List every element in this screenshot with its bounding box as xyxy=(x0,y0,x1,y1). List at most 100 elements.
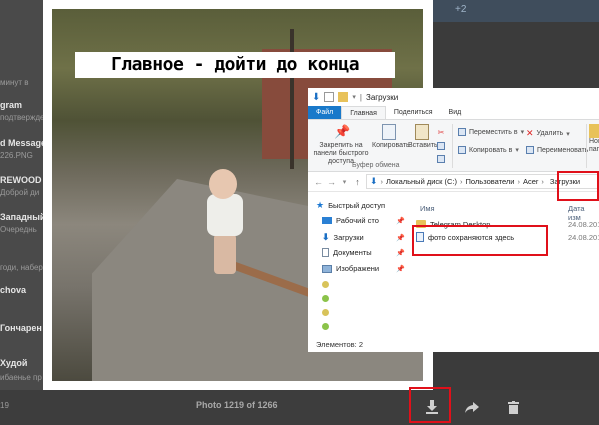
chat-item-title: Худой xyxy=(0,358,28,368)
wooden-post xyxy=(290,29,294,169)
title-separator: | xyxy=(359,92,362,102)
new-folder-icon xyxy=(589,124,599,138)
ribbon-separator xyxy=(586,124,587,168)
folder-dot-icon xyxy=(322,309,329,316)
nav-label: Документы xyxy=(333,248,372,257)
nav-downloads[interactable]: ⬇ Загрузки 📌 xyxy=(322,232,405,243)
folder-dot-icon xyxy=(322,281,329,288)
highlight-download-button xyxy=(409,387,451,423)
new-folder-button[interactable]: Нов пап xyxy=(589,124,599,154)
left-counter: 19 xyxy=(0,401,9,410)
checkbox-icon[interactable] xyxy=(324,92,335,102)
nav-documents[interactable]: Документы 📌 xyxy=(322,248,405,257)
breadcrumb-separator: › xyxy=(517,177,520,186)
copy-label: Копировать xyxy=(372,142,410,149)
download-icon: ⬇ xyxy=(322,232,330,242)
file-date: 24.08.201 xyxy=(568,232,599,242)
move-to-button[interactable]: Переместить в ▾ xyxy=(458,128,524,136)
highlight-current-folder xyxy=(557,171,599,201)
nav-label: Загрузки xyxy=(333,233,364,242)
rename-label: Переименовать xyxy=(537,146,589,154)
ribbon: 📌 Закрепить на панели быстрого доступа К… xyxy=(308,120,599,172)
copy-to-label: Копировать в xyxy=(469,146,513,154)
copy-to-button[interactable]: Копировать в ▾ xyxy=(458,146,519,154)
pin-icon: 📌 xyxy=(396,265,405,273)
chat-item-title: d Message xyxy=(0,138,47,148)
dropdown-icon[interactable]: ▾ xyxy=(352,93,356,101)
nav-quick-access[interactable]: ★ Быстрый доступ xyxy=(316,200,385,211)
clipboard-small-icons: ✂ xyxy=(437,128,445,163)
paste-button[interactable]: Вставить xyxy=(408,124,438,150)
download-icon: ⬇ xyxy=(370,176,378,186)
highlight-file xyxy=(412,225,548,256)
paste-label: Вставить xyxy=(408,142,438,149)
dropdown-icon: ▾ xyxy=(520,129,525,136)
documents-icon xyxy=(322,248,329,257)
background-counter: +2 xyxy=(455,4,467,15)
column-header-name[interactable]: Имя xyxy=(420,204,435,213)
back-icon[interactable]: ← xyxy=(314,177,323,187)
nav-item-blurred[interactable] xyxy=(322,323,329,330)
tab-home[interactable]: Главная xyxy=(341,106,386,119)
chat-item-title: REWOOD | xyxy=(0,175,47,185)
baby-head xyxy=(209,169,237,199)
file-list: Имя Дата изм Telegram Desktop 24.08.201 … xyxy=(412,192,599,352)
desktop-icon xyxy=(322,217,332,224)
breadcrumb-users[interactable]: Пользователи xyxy=(466,177,515,186)
tab-share[interactable]: Поделиться xyxy=(386,106,441,119)
photo-counter: Photo 1219 of 1266 xyxy=(196,400,278,410)
pin-icon: 📌 xyxy=(396,234,405,242)
folder-icon xyxy=(338,92,349,102)
up-icon[interactable]: ↑ xyxy=(353,177,362,187)
rename-button[interactable]: Переименовать xyxy=(526,146,588,154)
ribbon-tabs: Файл Главная Поделиться Вид xyxy=(308,106,599,120)
tab-file[interactable]: Файл xyxy=(308,106,342,119)
nav-item-blurred[interactable] xyxy=(322,295,329,302)
copy-button[interactable]: Копировать xyxy=(372,124,410,150)
chat-item-subtitle: ибаенье пр xyxy=(0,373,42,382)
chat-item-title: chova xyxy=(0,285,27,295)
nav-item-blurred[interactable] xyxy=(322,309,329,316)
delete-button[interactable] xyxy=(500,394,526,420)
chat-item-subtitle: Очереднь xyxy=(0,225,37,234)
chat-item-title: Гончарен xyxy=(0,323,42,333)
chat-item-title: Западный xyxy=(0,212,46,222)
chat-item-subtitle: 226.PNG xyxy=(0,151,33,160)
nav-desktop[interactable]: Рабочий сто 📌 xyxy=(322,216,405,225)
explorer-title-bar: ⬇ ▾ | Загрузки xyxy=(308,88,599,106)
paste-shortcut-icon[interactable] xyxy=(437,155,445,163)
breadcrumb-separator: › xyxy=(541,177,544,186)
recent-dropdown-icon[interactable]: ▾ xyxy=(340,178,349,186)
copy-path-icon[interactable] xyxy=(437,142,445,150)
cut-icon[interactable]: ✂ xyxy=(438,128,445,137)
trash-icon xyxy=(507,400,519,414)
baby-legs xyxy=(214,234,236,274)
breadcrumb-separator: › xyxy=(380,177,384,186)
copy-icon xyxy=(382,124,396,140)
move-to-label: Переместить в xyxy=(469,128,518,136)
nav-item-blurred[interactable] xyxy=(322,281,329,288)
copy-to-icon xyxy=(458,146,466,154)
folder-dot-icon xyxy=(322,295,329,302)
nav-label: Изображени xyxy=(336,264,380,273)
pin-quick-access-button[interactable]: 📌 Закрепить на панели быстрого доступа xyxy=(312,124,370,166)
window-title: Загрузки xyxy=(365,92,399,102)
tab-view[interactable]: Вид xyxy=(441,106,470,119)
chat-item-subtitle: Доброй ди xyxy=(0,188,40,197)
paste-icon xyxy=(415,124,429,140)
delete-icon: ✕ xyxy=(526,128,534,138)
dropdown-icon: ▾ xyxy=(515,147,519,154)
star-icon: ★ xyxy=(316,200,325,210)
breadcrumb-drive[interactable]: Локальный диск (C:) xyxy=(386,177,457,186)
nav-pictures[interactable]: Изображени 📌 xyxy=(322,264,405,273)
chat-item-subtitle: минут в xyxy=(0,78,29,87)
forward-icon[interactable]: → xyxy=(327,177,336,187)
nav-label: Рабочий сто xyxy=(336,216,379,225)
file-date: 24.08.201 xyxy=(568,219,599,229)
address-bar-row: ← → ▾ ↑ ⬇ › Локальный диск (C:) › Пользо… xyxy=(308,172,599,192)
pin-icon: 📌 xyxy=(334,124,351,139)
breadcrumb-user[interactable]: Acer xyxy=(523,177,538,186)
viewer-toolbar: 19 Photo 1219 of 1266 xyxy=(0,390,599,425)
delete-button[interactable]: ✕ Удалить ▾ xyxy=(526,128,570,139)
forward-button[interactable] xyxy=(459,394,485,420)
